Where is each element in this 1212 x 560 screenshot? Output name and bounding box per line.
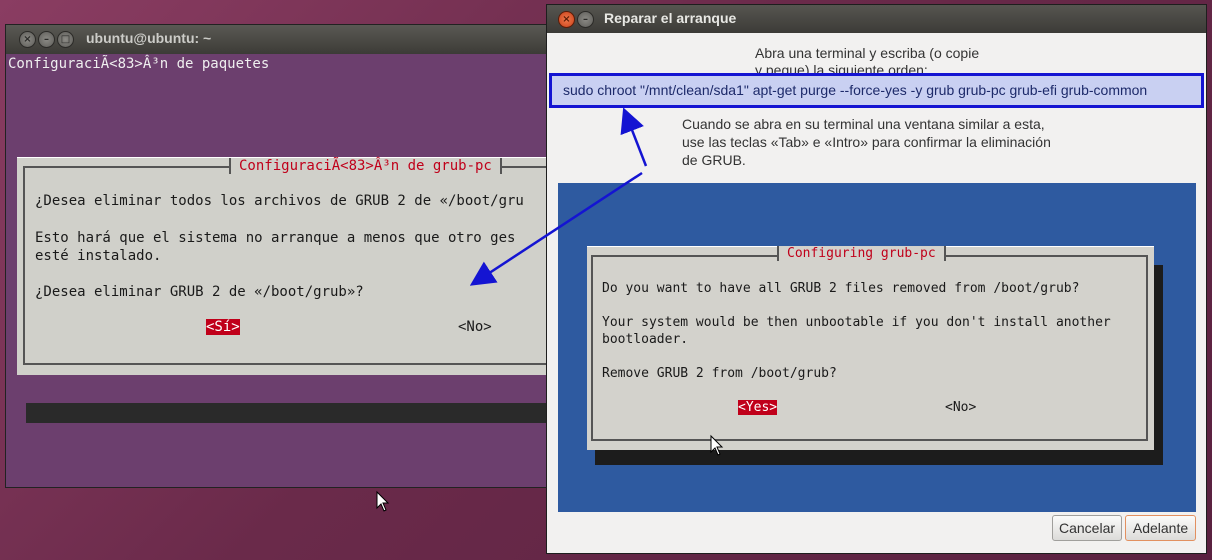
example-grub-dialog: Configuring grub-pc Do you want to have … xyxy=(587,246,1154,450)
repair-window[interactable]: × – Reparar el arranque Abra una termina… xyxy=(546,4,1207,554)
maximize-icon[interactable]: □ xyxy=(57,31,74,48)
example-question: Remove GRUB 2 from /boot/grub? xyxy=(602,366,837,381)
example-text-line: Your system would be then unbootable if … xyxy=(602,315,1111,330)
instruction-line: Cuando se abra en su terminal una ventan… xyxy=(682,116,1045,132)
dialog-text-line: Esto hará que el sistema no arranque a m… xyxy=(35,230,516,246)
dialog-text-line: ¿Desea eliminar todos los archivos de GR… xyxy=(35,193,524,209)
no-button[interactable]: <No> xyxy=(458,319,492,335)
dialog-question: ¿Desea eliminar GRUB 2 de «/boot/grub»? xyxy=(35,284,364,300)
terminal-body[interactable]: ConfiguraciÃ<83>Â³n de paquetes Configur… xyxy=(6,54,549,487)
command-box[interactable]: sudo chroot "/mnt/clean/sda1" apt-get pu… xyxy=(549,73,1204,108)
dialog-title: ConfiguraciÃ<83>Â³n de grub-pc xyxy=(229,158,502,174)
next-button[interactable]: Adelante xyxy=(1125,515,1196,541)
minimize-icon[interactable]: – xyxy=(577,11,594,28)
example-no-button: <No> xyxy=(945,400,977,415)
example-screenshot: Configuring grub-pc Do you want to have … xyxy=(558,183,1196,512)
terminal-titlebar[interactable]: × – □ ubuntu@ubuntu: ~ xyxy=(6,25,549,54)
instruction-line: Abra una terminal y escriba (o copie xyxy=(755,45,980,61)
terminal-window[interactable]: × – □ ubuntu@ubuntu: ~ ConfiguraciÃ<83>Â… xyxy=(5,24,550,488)
terminal-header-line: ConfiguraciÃ<83>Â³n de paquetes xyxy=(8,56,270,72)
example-text-line: bootloader. xyxy=(602,332,689,347)
minimize-icon[interactable]: – xyxy=(38,31,55,48)
repair-title: Reparar el arranque xyxy=(604,10,737,26)
close-icon[interactable]: × xyxy=(19,31,36,48)
cancel-button[interactable]: Cancelar xyxy=(1052,515,1122,541)
terminal-title: ubuntu@ubuntu: ~ xyxy=(86,30,212,46)
instruction-line: use las teclas «Tab» e «Intro» para conf… xyxy=(682,134,1051,150)
instruction-line: de GRUB. xyxy=(682,152,746,168)
mouse-cursor-icon xyxy=(376,490,390,512)
repair-titlebar[interactable]: × – Reparar el arranque xyxy=(547,5,1206,33)
close-icon[interactable]: × xyxy=(558,11,575,28)
dialog-shadow xyxy=(26,403,549,423)
example-text-line: Do you want to have all GRUB 2 files rem… xyxy=(602,281,1080,296)
example-dialog-title: Configuring grub-pc xyxy=(777,246,946,261)
yes-button[interactable]: <Sí> xyxy=(206,319,240,335)
command-text[interactable]: sudo chroot "/mnt/clean/sda1" apt-get pu… xyxy=(563,82,1147,98)
dialog-text-line: esté instalado. xyxy=(35,248,162,264)
terminal-grub-dialog: ConfiguraciÃ<83>Â³n de grub-pc ¿Desea el… xyxy=(17,157,549,375)
example-yes-button: <Yes> xyxy=(738,400,778,415)
